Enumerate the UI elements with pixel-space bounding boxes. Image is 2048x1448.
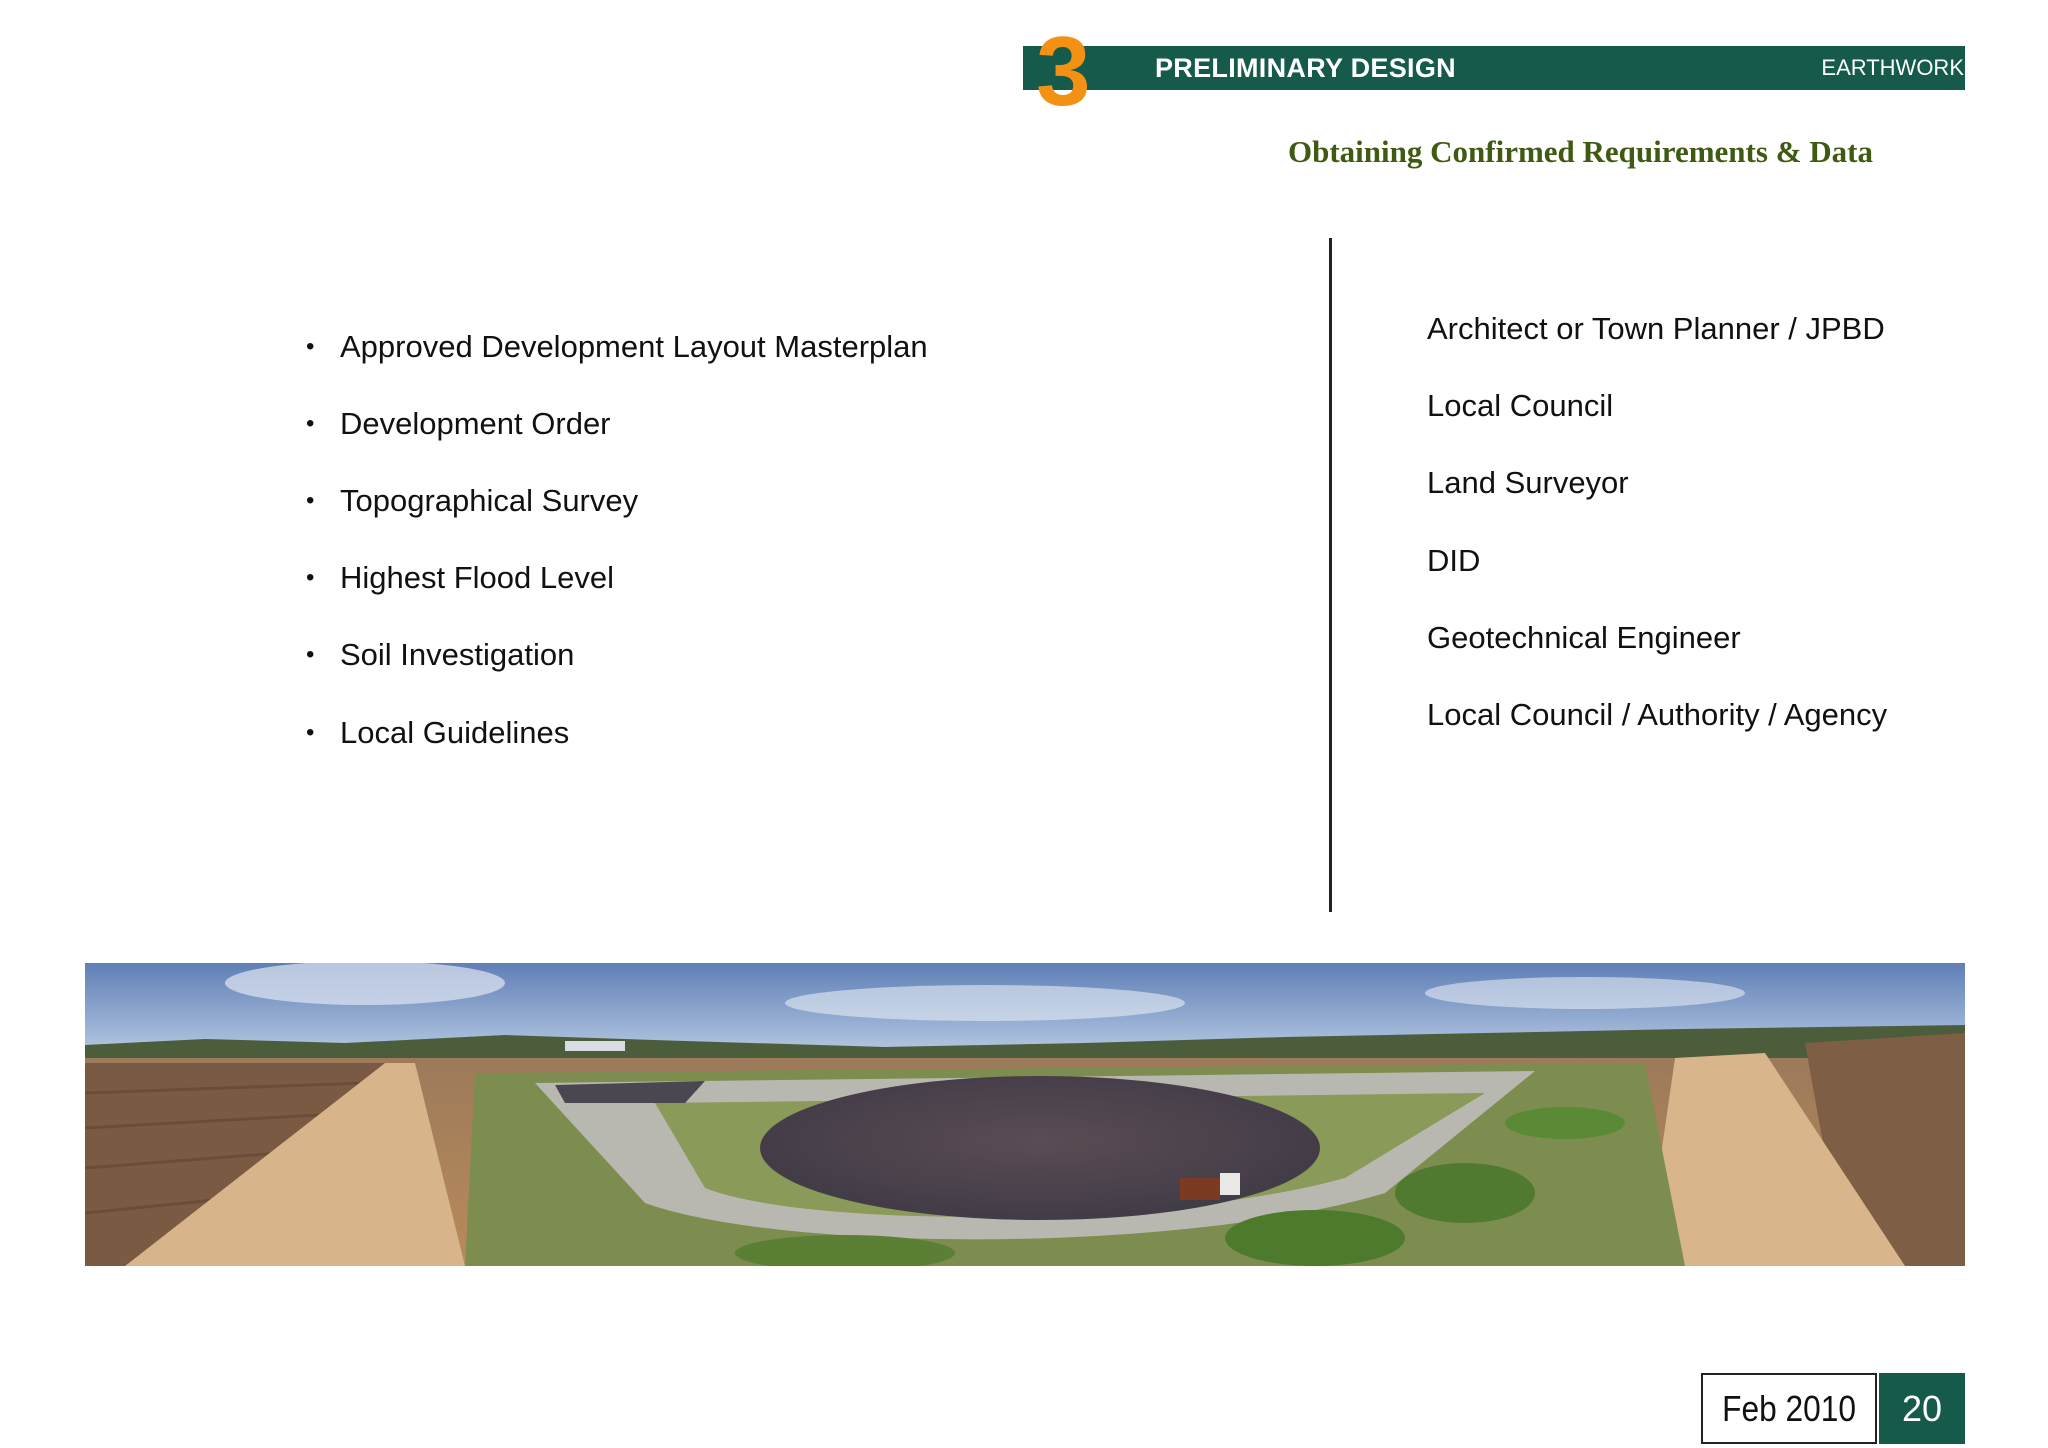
requirement-item: • Local Guidelines bbox=[306, 694, 928, 771]
source-item: Local Council / Authority / Agency bbox=[1427, 696, 1888, 732]
slide-subtitle: Obtaining Confirmed Requirements & Data bbox=[1288, 134, 1873, 169]
page-number: 20 bbox=[1879, 1373, 1965, 1444]
source-item: Architect or Town Planner / JPBD bbox=[1427, 311, 1885, 346]
site-panorama-photo bbox=[85, 963, 1965, 1266]
source-item: DID bbox=[1427, 542, 1481, 578]
bullet-icon: • bbox=[306, 564, 315, 592]
requirement-item: • Topographical Survey bbox=[306, 462, 928, 539]
requirement-label: Approved Development Layout Masterplan bbox=[340, 328, 928, 364]
requirement-item: • Highest Flood Level bbox=[306, 540, 928, 617]
section-number: 3 bbox=[1036, 16, 1090, 126]
requirements-list: • Approved Development Layout Masterplan… bbox=[306, 308, 928, 771]
bullet-icon: • bbox=[306, 718, 315, 746]
slide: 3 PRELIMINARY DESIGN EARTHWORK Obtaining… bbox=[0, 0, 2048, 1448]
column-divider bbox=[1329, 238, 1332, 912]
source-item: Local Council bbox=[1427, 388, 1614, 424]
source-item: Geotechnical Engineer bbox=[1427, 619, 1741, 655]
requirement-label: Highest Flood Level bbox=[340, 560, 614, 596]
section-title: PRELIMINARY DESIGN bbox=[1155, 53, 1456, 83]
requirement-item: • Approved Development Layout Masterplan bbox=[306, 308, 928, 385]
requirement-label: Topographical Survey bbox=[340, 482, 639, 518]
sources-list: Architect or Town Planner / JPBD Local C… bbox=[1427, 290, 1887, 753]
requirement-item: • Soil Investigation bbox=[306, 617, 928, 694]
source-item: Land Surveyor bbox=[1427, 465, 1629, 501]
requirement-label: Development Order bbox=[340, 405, 611, 441]
bullet-icon: • bbox=[306, 409, 315, 437]
footer-date: Feb 2010 bbox=[1701, 1373, 1877, 1444]
bullet-icon: • bbox=[306, 332, 315, 360]
bullet-icon: • bbox=[306, 641, 315, 669]
requirement-label: Local Guidelines bbox=[340, 714, 570, 750]
requirement-label: Soil Investigation bbox=[340, 637, 575, 673]
footer-date-text: Feb 2010 bbox=[1722, 1388, 1856, 1429]
bullet-icon: • bbox=[306, 486, 315, 514]
requirement-item: • Development Order bbox=[306, 385, 928, 462]
section-tag: EARTHWORK bbox=[1821, 55, 1964, 80]
